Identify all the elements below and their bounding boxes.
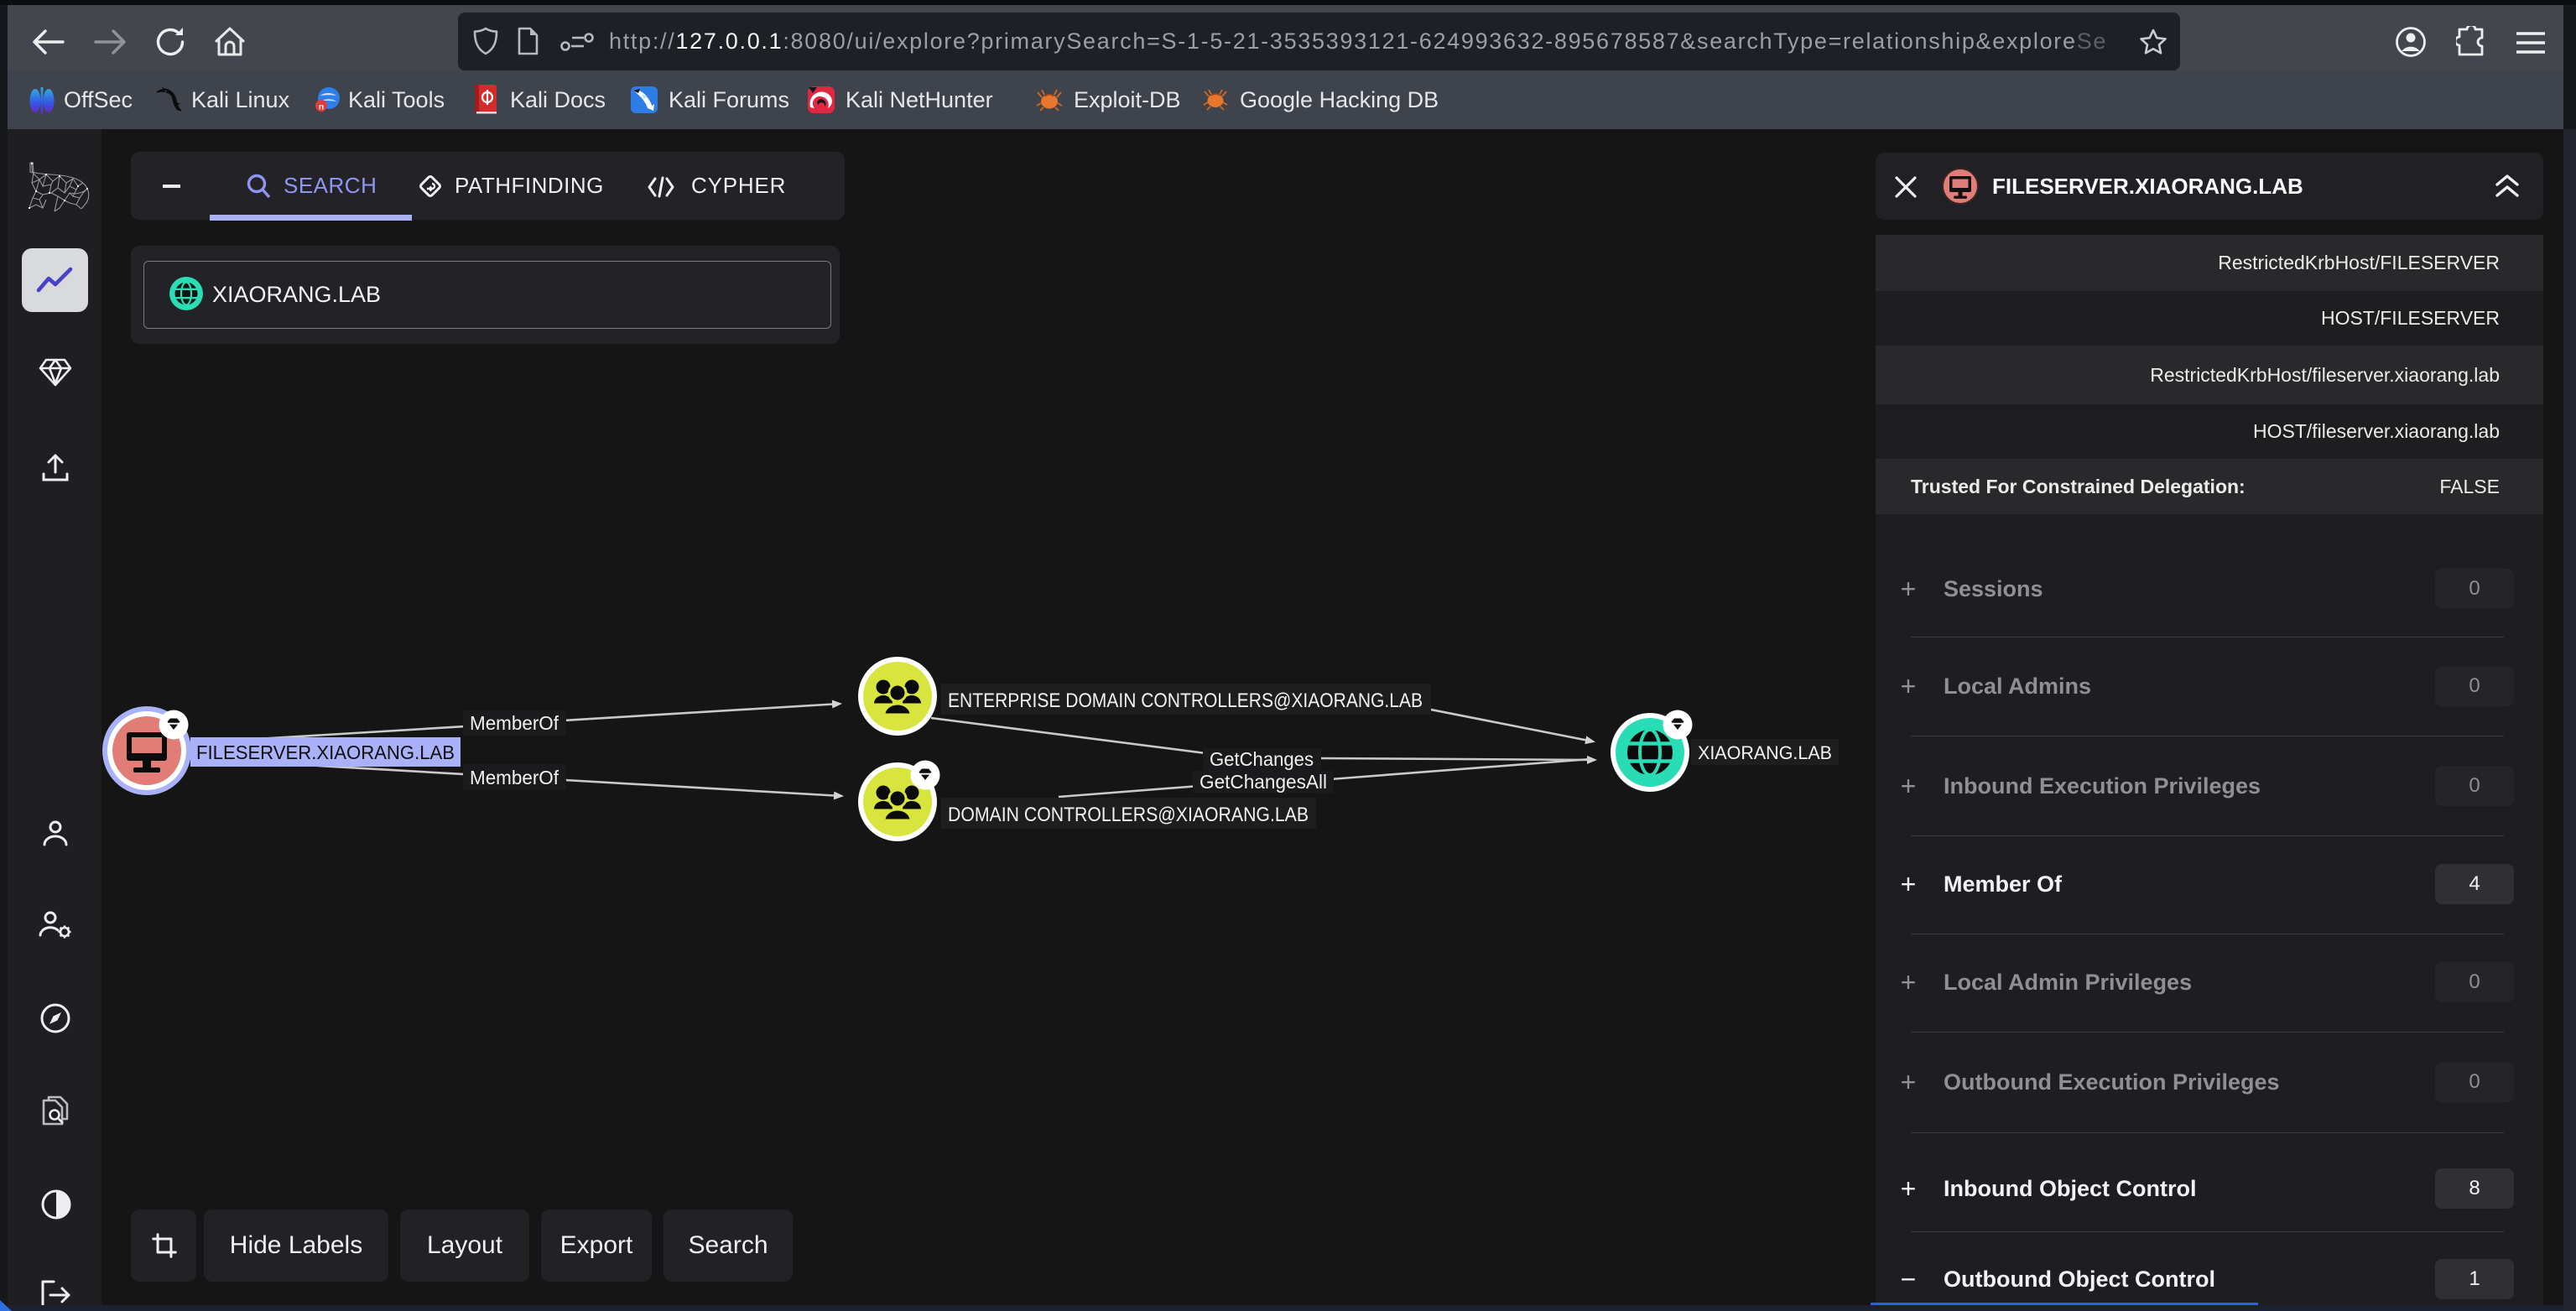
svg-text:MemberOf: MemberOf <box>470 712 559 734</box>
svg-text:XIAORANG.LAB: XIAORANG.LAB <box>1698 742 1832 763</box>
svg-text:GetChanges: GetChanges <box>1210 748 1314 770</box>
svg-text:FILESERVER.XIAORANG.LAB: FILESERVER.XIAORANG.LAB <box>196 741 455 763</box>
svg-text:DOMAIN CONTROLLERS@XIAORANG.LA: DOMAIN CONTROLLERS@XIAORANG.LAB <box>948 804 1309 826</box>
svg-text:MemberOf: MemberOf <box>470 767 559 788</box>
svg-text:GetChangesAll: GetChangesAll <box>1200 771 1327 793</box>
svg-text:ENTERPRISE DOMAIN CONTROLLERS@: ENTERPRISE DOMAIN CONTROLLERS@XIAORANG.L… <box>948 689 1423 712</box>
